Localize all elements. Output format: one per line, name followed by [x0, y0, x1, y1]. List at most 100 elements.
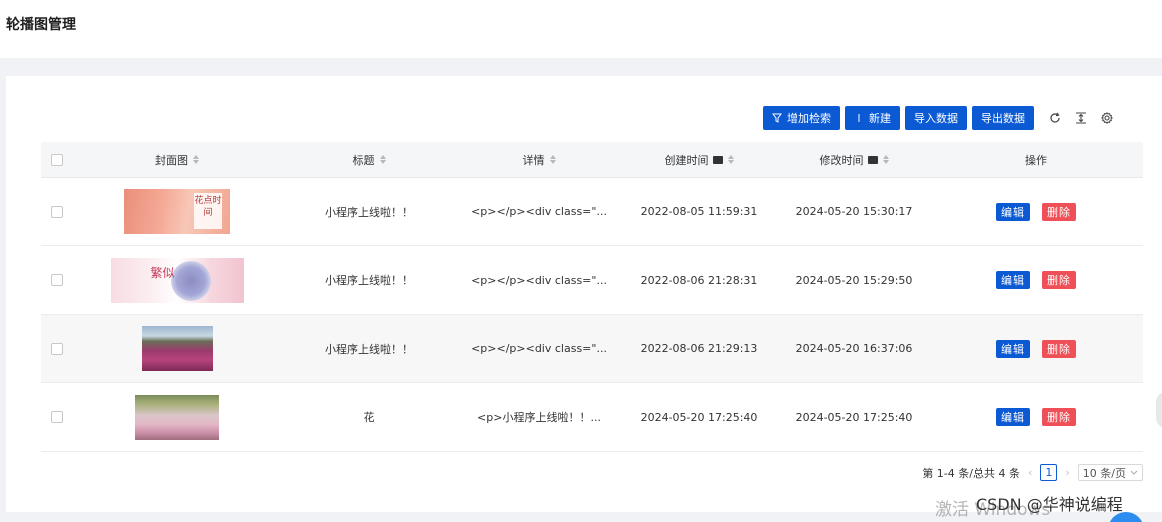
- calendar-icon: [712, 155, 723, 164]
- table-row: 花点时间 小程序上线啦！！ <p></p><div class="... 202…: [41, 178, 1143, 246]
- page-size-select[interactable]: 10 条/页: [1077, 464, 1143, 481]
- pagination: 第 1-4 条/总共 4 条 ‹ 1 › 10 条/页: [922, 464, 1143, 481]
- title-cell: 小程序上线啦！！: [325, 274, 413, 287]
- plus-icon: [858, 114, 860, 122]
- header-created-label: 创建时间: [664, 153, 709, 167]
- title-cell: 花: [363, 411, 375, 424]
- row-select-cell: [41, 178, 75, 245]
- sort-icon: [549, 155, 556, 164]
- cover-image-text: 花点时间: [194, 193, 222, 229]
- filter-icon: [772, 113, 782, 123]
- side-drawer-handle[interactable]: [1156, 392, 1162, 428]
- next-page-icon[interactable]: ›: [1065, 466, 1069, 479]
- chevron-down-icon: [1130, 470, 1138, 475]
- modified-cell: 2024-05-20 15:29:50: [795, 273, 913, 287]
- row-checkbox[interactable]: [51, 342, 63, 355]
- table-row: 繁似 小程序上线啦！！ <p></p><div class="... 2022-…: [41, 246, 1143, 315]
- header-created[interactable]: 创建时间: [619, 142, 779, 177]
- header-detail-label: 详情: [522, 153, 545, 167]
- header-cover[interactable]: 封面图: [75, 142, 279, 177]
- header-modified[interactable]: 修改时间: [779, 142, 929, 177]
- sort-icon: [727, 155, 734, 164]
- table-row: 小程序上线啦！！ <p></p><div class="... 2022-08-…: [41, 315, 1143, 383]
- header-modified-label: 修改时间: [819, 153, 864, 167]
- table-card: 增加检索 新建 导入数据 导出数据 封面图 标题 详情 创建时间 修改时间 操作…: [6, 76, 1162, 512]
- row-select-cell: [41, 315, 75, 382]
- cover-cell: 花点时间: [75, 178, 279, 245]
- new-label: 新建: [869, 112, 891, 125]
- modified-cell: 2024-05-20 16:37:06: [795, 342, 913, 355]
- cover-image[interactable]: [141, 326, 213, 371]
- page-header: 轮播图管理: [0, 0, 1162, 58]
- ops-cell: 编辑 删除: [929, 178, 1143, 245]
- add-filter-button[interactable]: 增加检索: [763, 106, 840, 130]
- row-select-cell: [41, 383, 75, 451]
- edit-button[interactable]: 编辑: [996, 202, 1030, 221]
- row-select-cell: [41, 246, 75, 314]
- title-cell: 小程序上线啦！！: [325, 205, 413, 219]
- import-data-label: 导入数据: [914, 112, 958, 125]
- delete-button[interactable]: 删除: [1042, 202, 1076, 221]
- detail-cell: <p></p><div class="...: [471, 205, 607, 218]
- export-data-button[interactable]: 导出数据: [972, 106, 1034, 130]
- title-cell: 小程序上线啦！！: [325, 342, 413, 356]
- cover-image-text: 繁似: [150, 265, 175, 280]
- detail-cell: <p></p><div class="...: [471, 342, 607, 355]
- edit-button[interactable]: 编辑: [996, 408, 1030, 426]
- csdn-watermark: CSDN @华神说编程: [976, 495, 1123, 514]
- new-button[interactable]: 新建: [845, 106, 900, 130]
- select-all-cell: [41, 142, 75, 177]
- modified-cell: 2024-05-20 17:25:40: [795, 410, 913, 424]
- created-cell: 2022-08-06 21:29:13: [640, 342, 758, 355]
- sort-icon: [379, 155, 386, 164]
- table-row: 花 <p>小程序上线啦！！... 2024-05-20 17:25:40 202…: [41, 383, 1143, 452]
- created-cell: 2024-05-20 17:25:40: [640, 410, 758, 424]
- page-number-button[interactable]: 1: [1040, 464, 1058, 481]
- sort-icon: [882, 155, 889, 164]
- edit-button[interactable]: 编辑: [996, 339, 1030, 358]
- edit-button[interactable]: 编辑: [996, 271, 1030, 289]
- detail-cell: <p>小程序上线啦！！...: [477, 411, 601, 424]
- modified-cell: 2024-05-20 15:30:17: [795, 205, 913, 218]
- table-toolbar: 增加检索 新建 导入数据 导出数据: [763, 106, 1117, 130]
- cover-cell: 繁似: [75, 246, 279, 314]
- delete-button[interactable]: 删除: [1042, 271, 1076, 289]
- row-checkbox[interactable]: [51, 205, 63, 218]
- delete-button[interactable]: 删除: [1042, 339, 1076, 358]
- settings-icon[interactable]: [1097, 108, 1117, 128]
- ops-cell: 编辑 删除: [929, 246, 1143, 314]
- import-data-button[interactable]: 导入数据: [905, 106, 967, 130]
- cover-cell: [75, 383, 279, 451]
- cover-image[interactable]: 花点时间: [124, 189, 230, 234]
- ops-cell: 编辑 删除: [929, 383, 1143, 451]
- banner-table: 封面图 标题 详情 创建时间 修改时间 操作 花点时间 小程序上线啦！！ <p>…: [41, 142, 1143, 452]
- header-title[interactable]: 标题: [279, 142, 459, 177]
- row-checkbox[interactable]: [51, 274, 63, 286]
- header-ops: 操作: [929, 142, 1143, 177]
- refresh-icon[interactable]: [1045, 108, 1065, 128]
- cover-image-flower: [170, 260, 211, 301]
- sort-icon: [193, 155, 199, 164]
- header-ops-label: 操作: [1025, 153, 1047, 167]
- prev-page-icon[interactable]: ‹: [1028, 466, 1032, 479]
- page-title: 轮播图管理: [6, 17, 76, 33]
- header-title-label: 标题: [352, 153, 375, 167]
- row-checkbox[interactable]: [51, 411, 63, 423]
- select-all-checkbox[interactable]: [51, 153, 63, 166]
- header-detail[interactable]: 详情: [459, 142, 619, 177]
- header-cover-label: 封面图: [155, 153, 188, 167]
- cover-image[interactable]: 繁似: [110, 257, 244, 303]
- table-header: 封面图 标题 详情 创建时间 修改时间 操作: [41, 142, 1143, 178]
- pagination-summary: 第 1-4 条/总共 4 条: [922, 466, 1020, 480]
- created-cell: 2022-08-06 21:28:31: [640, 273, 758, 287]
- ops-cell: 编辑 删除: [929, 315, 1143, 382]
- delete-button[interactable]: 删除: [1042, 408, 1076, 426]
- add-filter-label: 增加检索: [787, 112, 831, 125]
- page-size-value: 10 条/页: [1082, 466, 1126, 480]
- created-cell: 2022-08-05 11:59:31: [640, 205, 758, 218]
- cover-cell: [75, 315, 279, 382]
- detail-cell: <p></p><div class="...: [471, 273, 607, 287]
- calendar-icon: [867, 155, 878, 164]
- column-height-icon[interactable]: [1071, 108, 1091, 128]
- cover-image[interactable]: [135, 394, 219, 440]
